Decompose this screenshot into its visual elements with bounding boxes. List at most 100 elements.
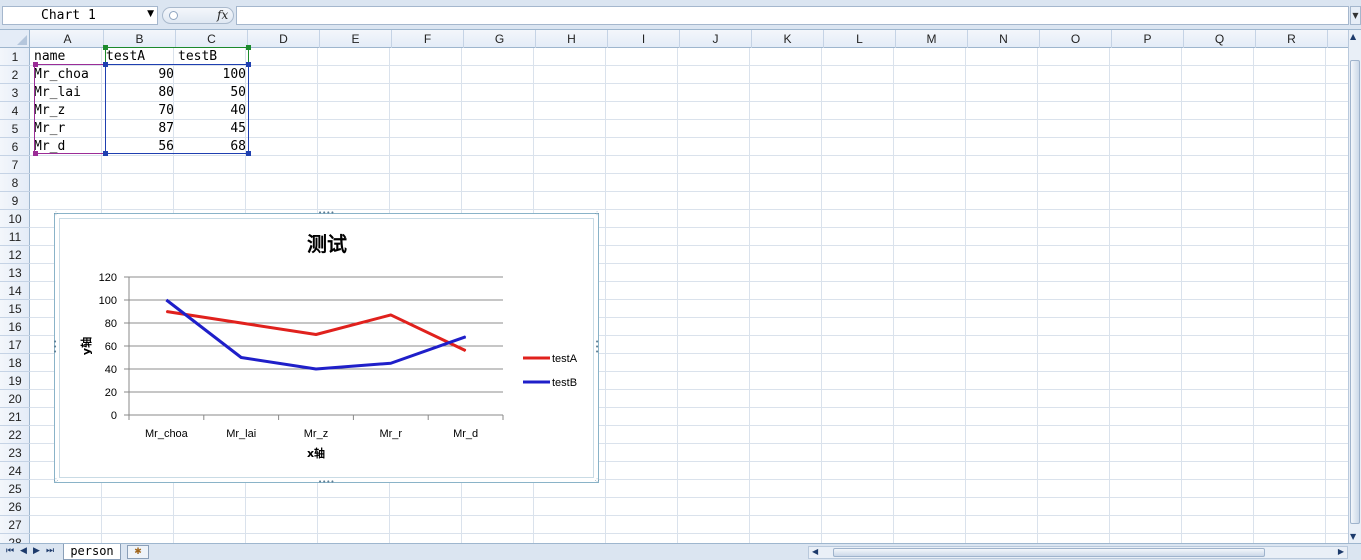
row-header-2[interactable]: 2: [0, 66, 30, 84]
vertical-scroll-thumb[interactable]: [1350, 60, 1360, 524]
chart-area: 测试 0 20 40 60 80 100 120 Mr_choa Mr_lai Mr_z Mr_r Mr…: [59, 218, 594, 478]
row-header-23[interactable]: 23: [0, 444, 30, 462]
range-handle[interactable]: [246, 62, 251, 67]
scroll-right-icon[interactable]: ▶: [1338, 547, 1344, 556]
column-header-k[interactable]: K: [752, 30, 824, 48]
series-name-range: [105, 47, 249, 64]
row-header-1[interactable]: 1: [0, 48, 30, 66]
row-header-17[interactable]: 17: [0, 336, 30, 354]
row-header-15[interactable]: 15: [0, 300, 30, 318]
resize-handle-icon[interactable]: ••••: [318, 210, 335, 217]
range-handle[interactable]: [246, 45, 251, 50]
insert-function-button[interactable]: fx: [217, 8, 228, 22]
range-handle[interactable]: [103, 151, 108, 156]
next-sheet-icon[interactable]: ▶: [33, 546, 40, 556]
row-header-19[interactable]: 19: [0, 372, 30, 390]
name-box-value: Chart 1: [41, 8, 96, 23]
sheet-tab-bar: ⏮ ◀ ▶ ⏭ person ✱ ◀ ▶: [0, 543, 1361, 560]
column-header-i[interactable]: I: [608, 30, 680, 48]
insert-sheet-icon[interactable]: ✱: [127, 545, 149, 559]
chart-object[interactable]: •••• •••• • • • • • • ⁘ ⁘ ⁘ ⁘ 测试 0 20 40 60 80 100…: [53, 210, 600, 486]
select-all-button[interactable]: [0, 30, 30, 48]
row-header-24[interactable]: 24: [0, 462, 30, 480]
scroll-up-icon[interactable]: ▲: [1350, 32, 1356, 41]
row-header-20[interactable]: 20: [0, 390, 30, 408]
column-header-c[interactable]: C: [176, 30, 248, 48]
column-header-h[interactable]: H: [536, 30, 608, 48]
prev-sheet-icon[interactable]: ◀: [20, 546, 27, 556]
row-header-14[interactable]: 14: [0, 282, 30, 300]
row-header-27[interactable]: 27: [0, 516, 30, 534]
resize-handle-icon[interactable]: [169, 11, 178, 20]
column-header-q[interactable]: Q: [1184, 30, 1256, 48]
scroll-down-icon[interactable]: ▼: [1350, 532, 1356, 541]
column-header-b[interactable]: B: [104, 30, 176, 48]
row-header-13[interactable]: 13: [0, 264, 30, 282]
resize-handle-icon[interactable]: • • •: [53, 339, 58, 356]
x-tick-label: Mr_z: [304, 428, 328, 440]
sheet-tab-person[interactable]: person: [63, 544, 121, 560]
column-header-a[interactable]: A: [32, 30, 104, 48]
row-header-10[interactable]: 10: [0, 210, 30, 228]
row-header-8[interactable]: 8: [0, 174, 30, 192]
row-header-12[interactable]: 12: [0, 246, 30, 264]
range-handle[interactable]: [33, 62, 38, 67]
resize-handle-icon[interactable]: ⁘: [594, 211, 600, 218]
column-header-j[interactable]: J: [680, 30, 752, 48]
data-point: [390, 314, 392, 316]
data-point: [240, 322, 242, 324]
row-header-5[interactable]: 5: [0, 120, 30, 138]
row-header-9[interactable]: 9: [0, 192, 30, 210]
resize-handle-icon[interactable]: ⁘: [594, 478, 600, 485]
row-header-4[interactable]: 4: [0, 102, 30, 120]
data-point: [465, 336, 467, 338]
row-header-22[interactable]: 22: [0, 426, 30, 444]
category-range: [34, 64, 106, 154]
resize-handle-icon[interactable]: ••••: [318, 479, 335, 486]
formula-bar-grip[interactable]: fx: [162, 7, 234, 24]
row-header-26[interactable]: 26: [0, 498, 30, 516]
y-tick-label: 20: [105, 387, 117, 399]
column-header-f[interactable]: F: [392, 30, 464, 48]
scroll-left-icon[interactable]: ◀: [812, 547, 818, 556]
expand-formula-bar-button[interactable]: ▼: [1350, 6, 1361, 25]
vertical-scrollbar[interactable]: ▲ ▼: [1348, 30, 1361, 543]
range-handle[interactable]: [33, 151, 38, 156]
row-header-3[interactable]: 3: [0, 84, 30, 102]
column-header-p[interactable]: P: [1112, 30, 1184, 48]
first-sheet-icon[interactable]: ⏮: [6, 546, 14, 556]
last-sheet-icon[interactable]: ⏭: [46, 546, 54, 556]
data-point: [240, 357, 242, 358]
column-header-d[interactable]: D: [248, 30, 320, 48]
range-handle[interactable]: [246, 151, 251, 156]
horizontal-scrollbar[interactable]: ◀ ▶: [808, 546, 1348, 559]
row-header-25[interactable]: 25: [0, 480, 30, 498]
row-header-16[interactable]: 16: [0, 318, 30, 336]
y-tick-label: 120: [99, 272, 117, 284]
column-header-r[interactable]: R: [1256, 30, 1328, 48]
column-header-m[interactable]: M: [896, 30, 968, 48]
column-header-e[interactable]: E: [320, 30, 392, 48]
name-box[interactable]: Chart 1 ▼: [2, 6, 158, 25]
x-axis-title: x轴: [307, 446, 325, 460]
row-header-28[interactable]: 28: [0, 534, 30, 543]
resize-handle-icon[interactable]: ⁘: [53, 211, 59, 218]
x-tick-label: Mr_r: [379, 428, 402, 440]
row-header-11[interactable]: 11: [0, 228, 30, 246]
resize-handle-icon[interactable]: • • •: [595, 339, 600, 356]
column-header-n[interactable]: N: [968, 30, 1040, 48]
chevron-down-icon[interactable]: ▼: [147, 9, 154, 19]
column-header-o[interactable]: O: [1040, 30, 1112, 48]
range-handle[interactable]: [103, 45, 108, 50]
row-header-7[interactable]: 7: [0, 156, 30, 174]
row-header-18[interactable]: 18: [0, 354, 30, 372]
resize-handle-icon[interactable]: ⁘: [53, 478, 59, 485]
row-header-21[interactable]: 21: [0, 408, 30, 426]
column-header-g[interactable]: G: [464, 30, 536, 48]
horizontal-scroll-thumb[interactable]: [833, 548, 1265, 557]
formula-input[interactable]: [236, 6, 1349, 25]
row-header-6[interactable]: 6: [0, 138, 30, 156]
range-handle[interactable]: [103, 62, 108, 67]
x-tick-label: Mr_choa: [145, 428, 189, 440]
column-header-l[interactable]: L: [824, 30, 896, 48]
